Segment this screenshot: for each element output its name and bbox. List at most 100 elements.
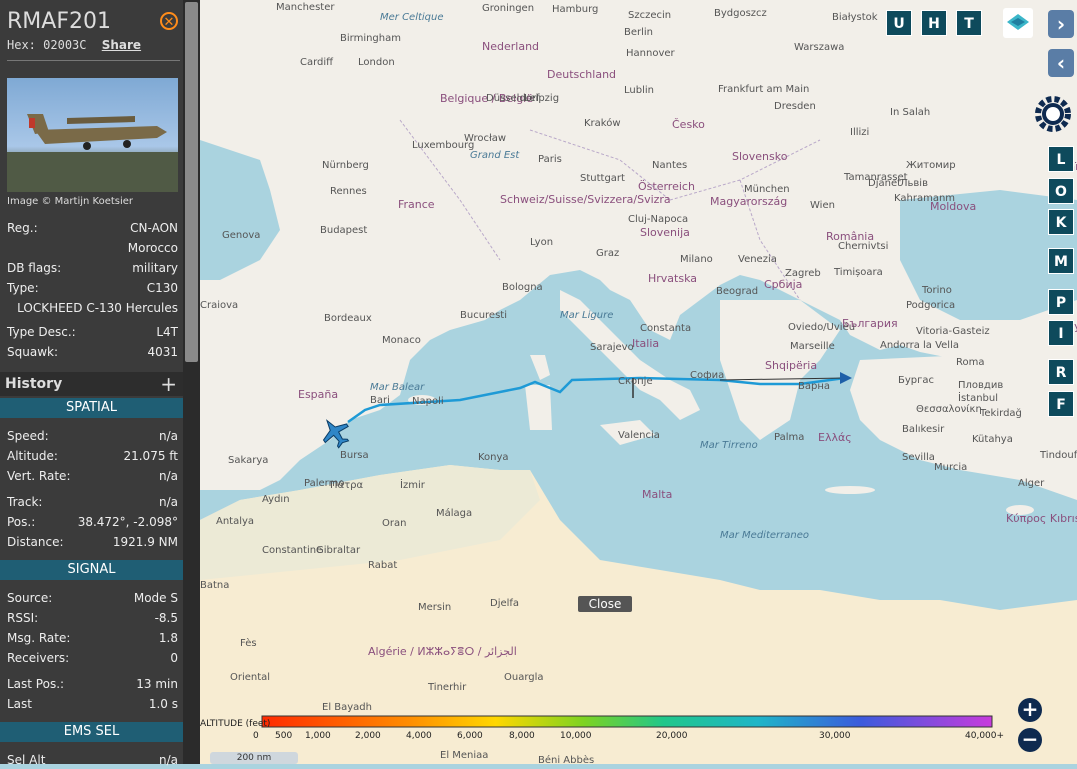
- country-label: Ελλάς: [818, 431, 852, 444]
- side-button-o[interactable]: O: [1048, 178, 1074, 204]
- sidebar-scrollbar[interactable]: [183, 0, 200, 764]
- city-label: Constantine: [262, 545, 323, 556]
- sea-label: Mar Mediterraneo: [720, 530, 809, 541]
- city-label: Podgorica: [906, 300, 956, 311]
- sea-label: Mar Balear: [370, 382, 425, 393]
- aircraft-callsign: RMAF201: [7, 9, 111, 34]
- chevron-left-icon: ‹: [1056, 51, 1066, 75]
- city-label: Wien: [810, 200, 835, 211]
- close-icon[interactable]: ✕: [160, 12, 178, 30]
- legend-tick: 8,000: [509, 731, 535, 741]
- altitude-value: 21.075 ft: [123, 449, 178, 463]
- country-label: Slovensko: [732, 150, 788, 163]
- hex-row: Hex: 02003C Share: [7, 38, 141, 52]
- city-label: Monaco: [382, 335, 421, 346]
- side-button-k[interactable]: K: [1048, 209, 1074, 235]
- type-value: C130: [146, 281, 178, 295]
- add-icon[interactable]: +: [160, 372, 177, 396]
- city-label: Gibraltar: [316, 545, 361, 556]
- vrate-row: Vert. Rate: n/a: [7, 469, 178, 485]
- city-label: Kütahya: [972, 434, 1013, 445]
- lastpos-row: Last Pos.: 13 min: [7, 677, 178, 693]
- country-label: Србија: [764, 278, 803, 291]
- scrollbar-thumb[interactable]: [185, 2, 198, 362]
- settings-button[interactable]: [1030, 91, 1076, 137]
- city-label: Zagreb: [785, 268, 821, 279]
- city-label: Illizi: [850, 127, 870, 138]
- city-label: Craiova: [200, 300, 239, 311]
- altitude-row: Altitude: 21.075 ft: [7, 449, 178, 465]
- city-label: Luxembourg: [412, 140, 475, 151]
- country-label: Österreich: [638, 180, 695, 193]
- city-label: Sakarya: [228, 455, 269, 466]
- city-label: Бургас: [898, 375, 935, 386]
- aircraft-photo[interactable]: [7, 78, 178, 192]
- side-button-r[interactable]: R: [1048, 359, 1074, 385]
- city-label: Białystok: [832, 12, 878, 23]
- side-button-m[interactable]: M: [1048, 248, 1074, 274]
- rssi-row: RSSI: -8.5: [7, 611, 178, 627]
- country-label: Κύπρος Kıbrıs: [1006, 512, 1077, 525]
- prev-button[interactable]: ‹: [1048, 49, 1074, 77]
- city-label: Málaga: [436, 508, 473, 519]
- country-label: Schweiz/Suisse/Svizzera/Svizra: [500, 193, 671, 206]
- layers-button[interactable]: [1003, 8, 1033, 38]
- city-label: Bucuresti: [460, 310, 507, 321]
- zoom-out-button[interactable]: −: [1018, 728, 1042, 752]
- history-header[interactable]: History +: [0, 372, 183, 396]
- side-button-i[interactable]: I: [1048, 320, 1074, 346]
- country-label: Slovenija: [640, 226, 690, 239]
- divider: [7, 60, 180, 61]
- city-label: Marseille: [790, 341, 835, 352]
- city-label: Nürnberg: [322, 160, 369, 171]
- layers-icon: [1007, 14, 1029, 30]
- rssi-value: -8.5: [154, 611, 178, 625]
- distance-value: 1921.9 NM: [112, 535, 178, 549]
- last-row: Last 1.0 s: [7, 697, 178, 713]
- type-label: Type:: [7, 281, 39, 295]
- side-button-l[interactable]: L: [1048, 146, 1074, 172]
- legend-tick: 40,000+: [965, 731, 1005, 741]
- city-label: Nantes: [652, 160, 688, 171]
- squawk-value: 4031: [147, 345, 178, 359]
- zoom-in-button[interactable]: +: [1018, 698, 1042, 722]
- sea-label: Mar Ligure: [560, 310, 614, 321]
- share-link[interactable]: Share: [102, 38, 141, 52]
- city-label: Groningen: [482, 3, 535, 14]
- distance-label: Distance:: [7, 535, 64, 549]
- distance-row: Distance: 1921.9 NM: [7, 535, 178, 551]
- city-label: Milano: [680, 254, 713, 265]
- city-label: Fès: [240, 638, 257, 649]
- city-label: Cardiff: [300, 57, 334, 68]
- side-button-p[interactable]: P: [1048, 289, 1074, 315]
- next-button[interactable]: ›: [1048, 10, 1074, 38]
- source-row: Source: Mode S: [7, 591, 178, 607]
- map-view[interactable]: Nederland Deutschland Belgique / België Fra…: [200, 0, 1077, 764]
- toolbar-u-button[interactable]: U: [886, 10, 912, 36]
- close-button[interactable]: Close: [578, 596, 632, 612]
- toolbar-h-button[interactable]: H: [921, 10, 947, 36]
- city-label: Львів: [900, 178, 928, 189]
- city-label: Sevilla: [902, 452, 935, 463]
- last-label: Last: [7, 697, 32, 711]
- last-value: 1.0 s: [148, 697, 178, 711]
- city-label: Oviedo/Uviéu: [788, 322, 856, 333]
- plus-icon: +: [1021, 697, 1039, 721]
- country-label: Česko: [672, 118, 705, 131]
- city-label: Bari: [370, 395, 390, 406]
- city-label: Tinerhir: [428, 682, 467, 693]
- side-button-f[interactable]: F: [1048, 391, 1074, 417]
- city-label: Aydın: [262, 494, 290, 505]
- vrate-label: Vert. Rate:: [7, 469, 71, 483]
- dbflags-label: DB flags:: [7, 261, 62, 275]
- pos-row: Pos.: 38.472°, -2.098°: [7, 515, 178, 531]
- toolbar-t-button[interactable]: T: [956, 10, 982, 36]
- scale-bar: 200 nm: [210, 752, 298, 764]
- gear-icon: [1035, 96, 1071, 132]
- country-label: France: [398, 198, 435, 211]
- city-label: Dresden: [774, 101, 816, 112]
- reg-label: Reg.:: [7, 221, 38, 235]
- type-row: Type: C130: [7, 281, 178, 297]
- city-label: Djanet: [868, 178, 902, 189]
- city-label: Stuttgart: [580, 173, 625, 184]
